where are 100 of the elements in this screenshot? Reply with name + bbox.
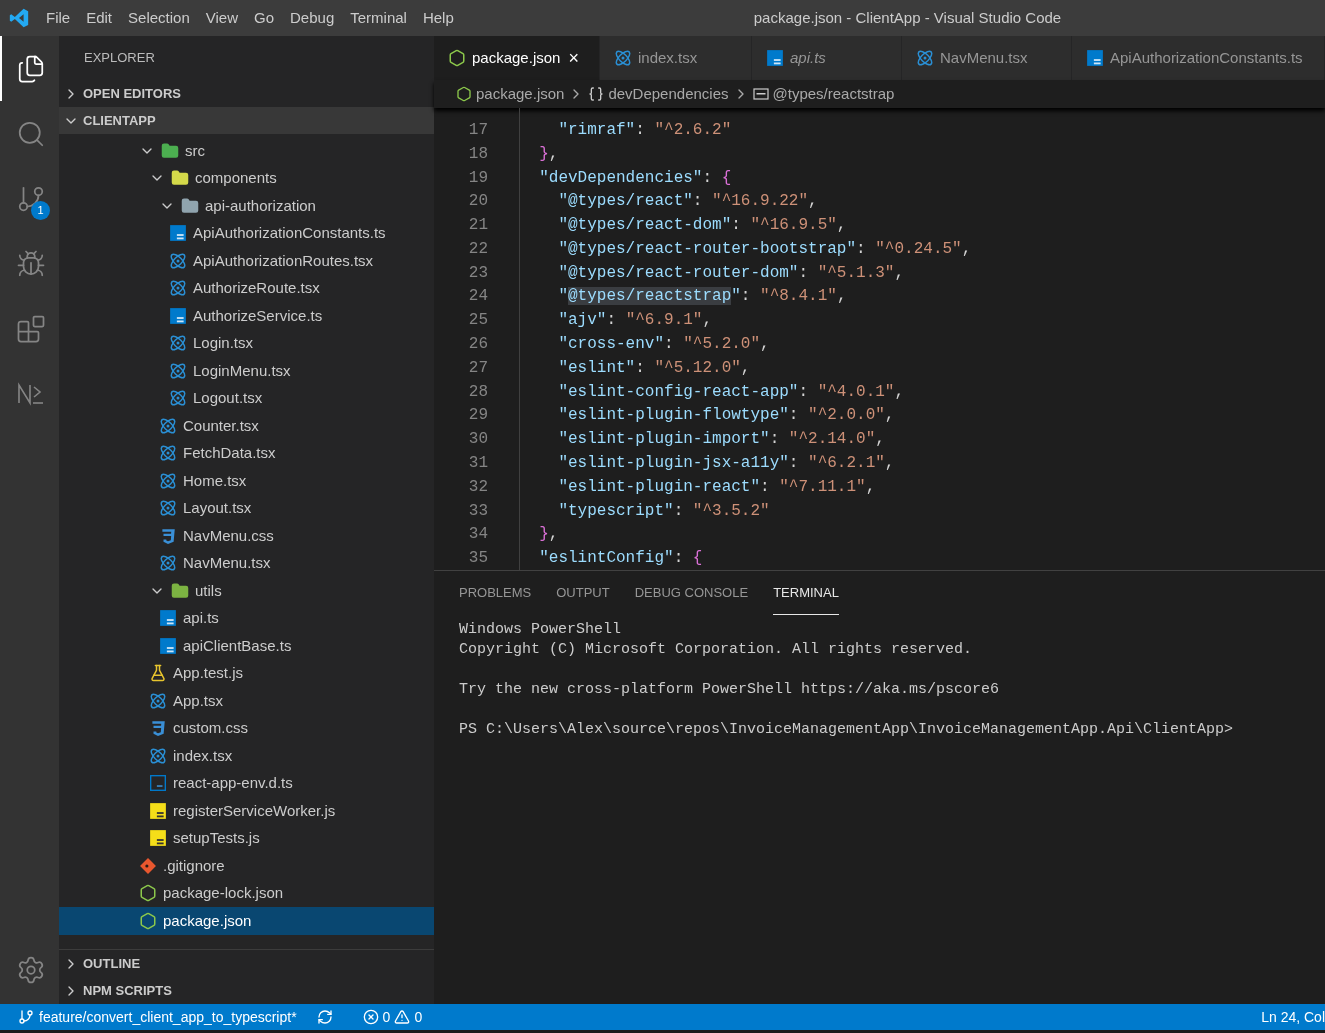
file-row[interactable]: Counter.tsx	[59, 412, 434, 440]
css-file-icon	[159, 526, 177, 545]
editor-tab[interactable]: package.json ×	[434, 36, 600, 80]
javascript-file-icon	[149, 801, 167, 820]
flask-icon	[149, 664, 167, 683]
file-row[interactable]: apiClientBase.ts	[59, 632, 434, 660]
close-tab-button[interactable]: ×	[568, 49, 579, 67]
section-title: OPEN EDITORS	[83, 84, 181, 103]
file-name: components	[195, 168, 277, 188]
folder-icon	[171, 581, 189, 600]
react-atom-icon	[169, 279, 187, 298]
file-row[interactable]: Home.tsx	[59, 467, 434, 495]
code-line: "cross-env": "^5.2.0",	[557, 334, 770, 356]
breadcrumb-item[interactable]: @types/reactstrap	[772, 82, 895, 106]
menu-item[interactable]: Terminal	[342, 6, 415, 30]
file-row[interactable]: api.ts	[59, 604, 434, 632]
bug-icon	[15, 248, 46, 279]
section-header[interactable]: CLIENTAPP	[59, 107, 434, 134]
file-row[interactable]: AuthorizeService.ts	[59, 302, 434, 330]
folder-row[interactable]: utils	[59, 577, 434, 605]
panel-tab[interactable]: OUTPUT	[556, 571, 610, 615]
tab-label: NavMenu.tsx	[940, 47, 1028, 68]
line-number: 20	[467, 191, 488, 213]
line-number: 32	[467, 476, 488, 498]
file-name: src	[185, 140, 205, 161]
nodejs-hexagon-icon	[139, 884, 157, 903]
file-row[interactable]: package-lock.json	[59, 879, 434, 907]
react-atom-icon	[169, 361, 187, 380]
section-header[interactable]: NPM SCRIPTS	[59, 977, 434, 1004]
file-row[interactable]: Logout.tsx	[59, 384, 434, 412]
file-row[interactable]: Login.tsx	[59, 329, 434, 357]
folder-row[interactable]: components	[59, 164, 434, 192]
menu-item[interactable]: Debug	[282, 6, 343, 30]
menu-item[interactable]: Help	[414, 6, 462, 30]
code-line: "eslint-plugin-flowtype": "^2.0.0",	[557, 405, 895, 427]
line-number: 35	[467, 548, 488, 570]
folder-row[interactable]: src	[59, 137, 434, 165]
file-row[interactable]: NavMenu.tsx	[59, 549, 434, 577]
breadcrumb-item[interactable]: package.json	[476, 82, 565, 106]
typescript-file-icon	[159, 609, 177, 628]
typescript-file-icon	[159, 636, 177, 655]
file-name: registerServiceWorker.js	[173, 800, 336, 821]
file-name: utils	[195, 580, 222, 601]
sync-icon[interactable]	[316, 1009, 333, 1025]
menu-item[interactable]: Selection	[120, 6, 198, 30]
terminal-line: Windows PowerShell	[459, 620, 622, 640]
breadcrumb-item[interactable]: devDependencies	[608, 82, 729, 106]
panel-tab[interactable]: PROBLEMS	[459, 571, 532, 615]
file-row[interactable]: .gitignore	[59, 852, 434, 880]
file-row[interactable]: AuthorizeRoute.tsx	[59, 274, 434, 302]
menu-item[interactable]: View	[197, 6, 246, 30]
file-row[interactable]: package.json	[59, 907, 434, 935]
file-name: Layout.tsx	[183, 498, 252, 518]
file-row[interactable]: ApiAuthorizationConstants.ts	[59, 219, 434, 247]
section-title: NPM SCRIPTS	[83, 981, 172, 1000]
branch-name[interactable]: feature/convert_client_app_to_typescript*	[39, 1006, 297, 1028]
code-line: "eslintConfig": {	[538, 548, 703, 570]
editor-tab[interactable]: NavMenu.tsx	[902, 36, 1072, 80]
code-line: "typescript": "^3.5.2"	[557, 500, 770, 522]
line-number: 25	[467, 310, 488, 332]
file-row[interactable]: LoginMenu.tsx	[59, 357, 434, 385]
code-line: },	[538, 143, 559, 165]
error-count[interactable]: 0	[382, 1006, 391, 1028]
editor-tab[interactable]: api.ts	[752, 36, 902, 80]
file-row[interactable]: setupTests.js	[59, 824, 434, 852]
line-number: 23	[467, 262, 488, 284]
file-row[interactable]: Layout.tsx	[59, 494, 434, 522]
file-row[interactable]: App.tsx	[59, 687, 434, 715]
file-row[interactable]: custom.css	[59, 714, 434, 742]
react-atom-icon	[159, 471, 177, 490]
file-row[interactable]: registerServiceWorker.js	[59, 797, 434, 825]
warning-count[interactable]: 0	[414, 1006, 423, 1028]
panel-tab[interactable]: TERMINAL	[773, 571, 839, 615]
react-atom-icon	[916, 49, 934, 67]
folder-row[interactable]: api-authorization	[59, 192, 434, 220]
menu-item[interactable]: File	[38, 6, 79, 30]
folder-icon	[161, 141, 179, 160]
line-number: 22	[467, 238, 488, 260]
string-symbol-icon	[752, 86, 769, 102]
file-row[interactable]: ApiAuthorizationRoutes.tsx	[59, 247, 434, 275]
section-header[interactable]: OUTLINE	[59, 950, 434, 977]
css-file-icon	[149, 719, 167, 738]
menu-item[interactable]: Go	[246, 6, 282, 30]
line-number: 29	[467, 405, 488, 427]
file-row[interactable]: FetchData.tsx	[59, 439, 434, 467]
nodejs-hexagon-icon	[448, 49, 466, 67]
cursor-position[interactable]: Ln 24, Col	[1261, 1006, 1325, 1028]
editor-tab[interactable]: ApiAuthorizationConstants.ts	[1072, 36, 1325, 80]
file-row[interactable]: react-app-env.d.ts	[59, 769, 434, 797]
file-row[interactable]: index.tsx	[59, 742, 434, 770]
file-row[interactable]: NavMenu.css	[59, 522, 434, 550]
editor-tab[interactable]: index.tsx	[600, 36, 752, 80]
react-atom-icon	[159, 499, 177, 518]
section-header[interactable]: OPEN EDITORS	[59, 80, 434, 107]
line-number: 33	[467, 500, 488, 522]
activity-bar-item[interactable]: 1	[0, 166, 59, 231]
panel-tab[interactable]: DEBUG CONSOLE	[634, 571, 749, 615]
menu-item[interactable]: Edit	[78, 6, 121, 30]
file-row[interactable]: App.test.js	[59, 659, 434, 687]
code-line: "@types/reactstrap": "^8.4.1",	[557, 286, 847, 308]
